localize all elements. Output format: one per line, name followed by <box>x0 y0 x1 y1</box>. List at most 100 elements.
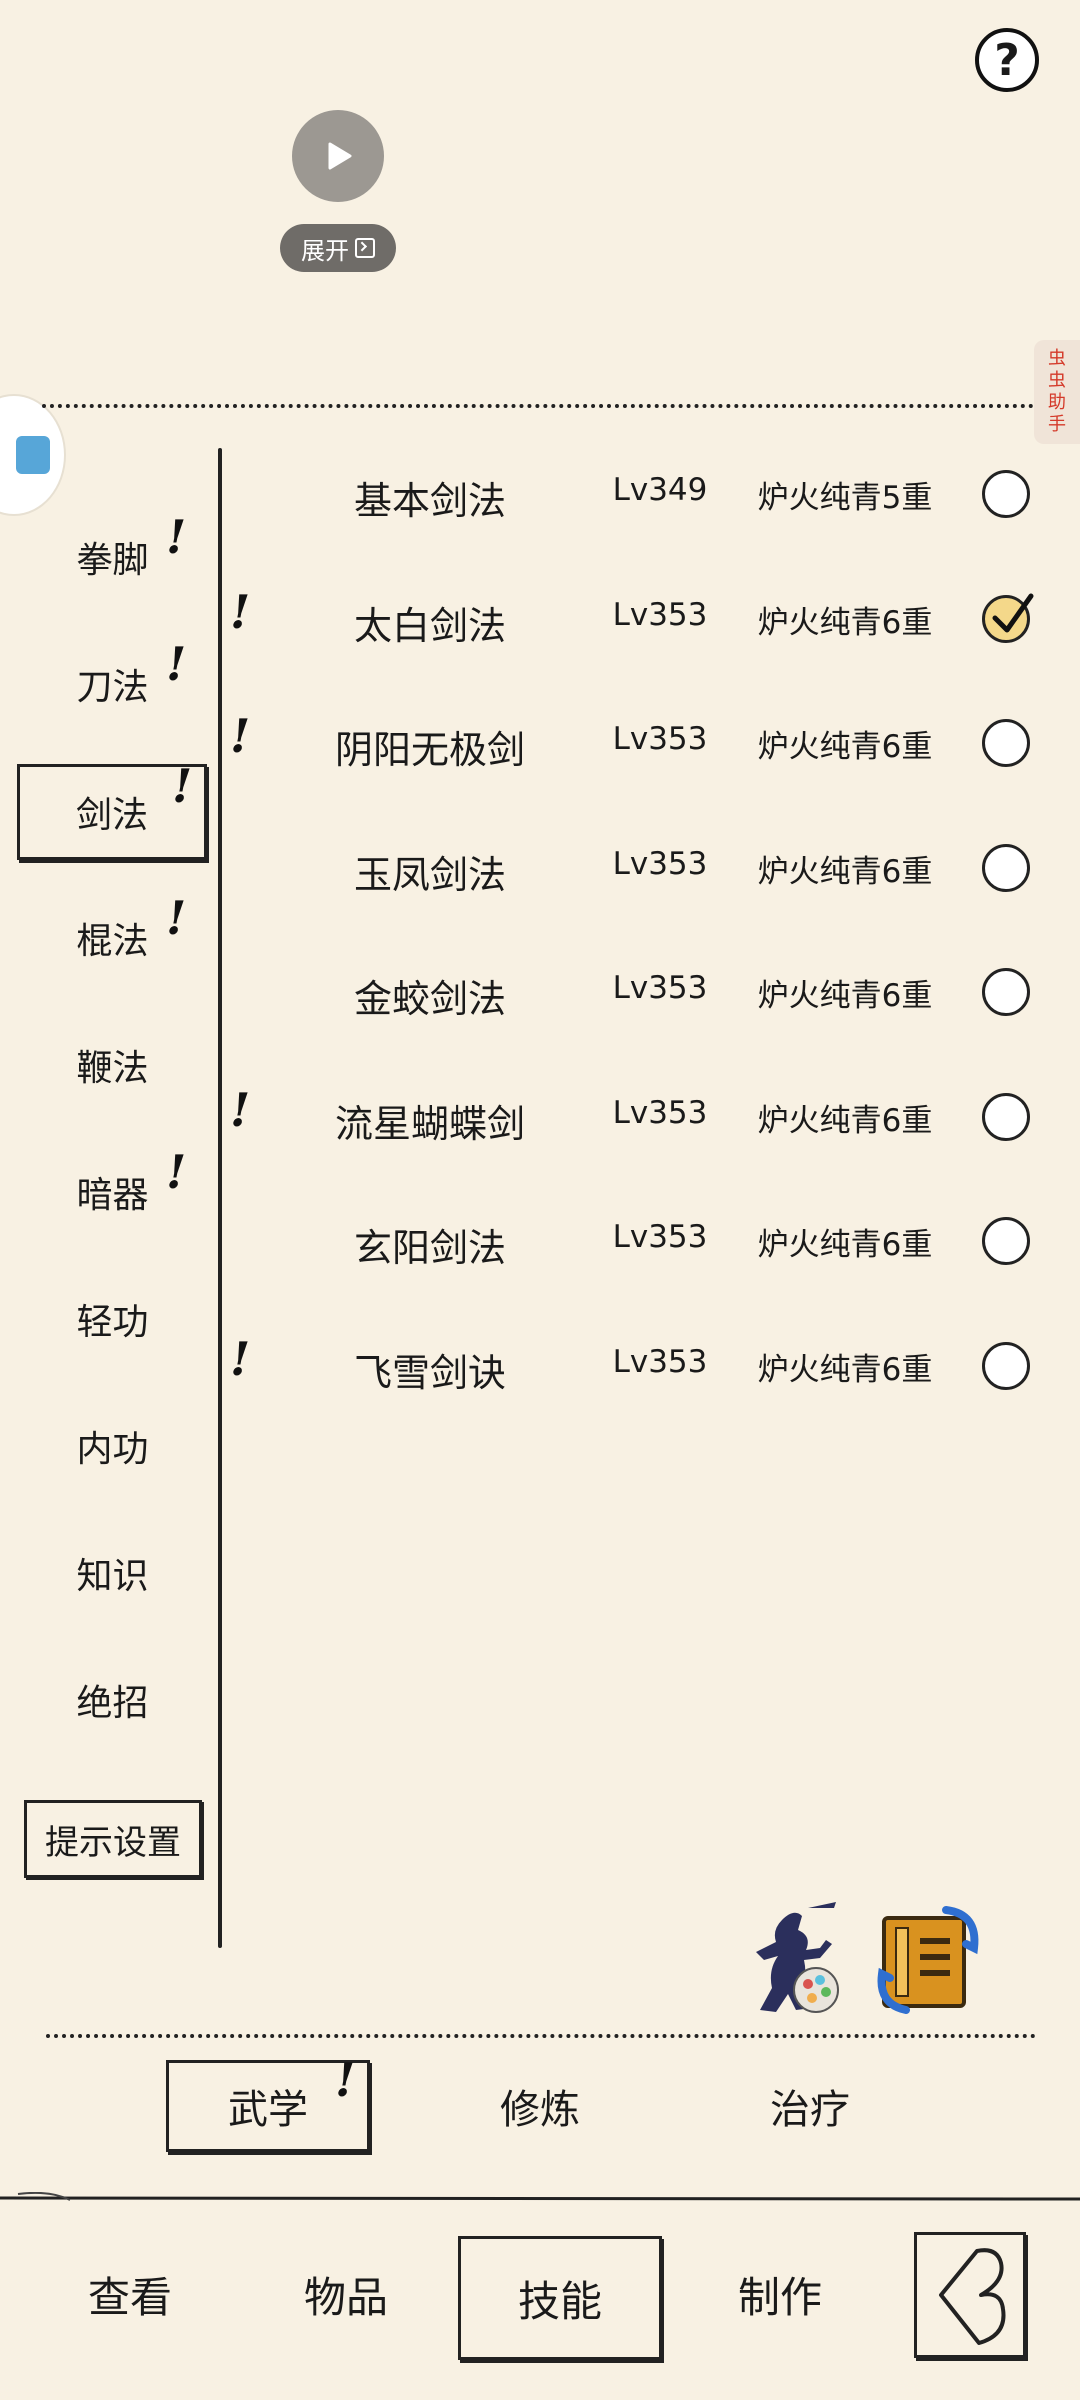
assistant-char: 虫 <box>1048 370 1066 391</box>
category-item[interactable]: 棍法! <box>30 895 195 971</box>
assistant-char: 助 <box>1048 392 1066 413</box>
skill-realm: 炉火纯青6重 <box>757 1102 933 1139</box>
expand-icon <box>355 238 375 258</box>
category-item[interactable]: 鞭法 <box>30 1032 195 1098</box>
subtab-zhiliao[interactable]: 治疗 <box>710 2060 910 2152</box>
skill-select-checkbox[interactable] <box>982 470 1030 518</box>
skill-level: Lv353 <box>612 970 708 1006</box>
skill-level: Lv353 <box>612 596 708 633</box>
skill-realm: 炉火纯青6重 <box>757 604 933 641</box>
hint-settings-button[interactable]: 提示设置 <box>24 1800 202 1878</box>
back-icon <box>939 2248 1006 2345</box>
help-label: ? <box>994 34 1020 86</box>
category-label: 暗器 <box>76 1175 149 1216</box>
skill-row[interactable]: ! 太白剑法 Lv353 炉火纯青6重 <box>230 573 1060 663</box>
skill-name: 玉凤剑法 <box>353 852 506 897</box>
category-label: 刀法 <box>76 667 149 708</box>
assistant-logo-icon <box>16 436 50 474</box>
skill-row[interactable]: 基本剑法 Lv349 炉火纯青5重 <box>230 448 1060 538</box>
vertical-divider <box>218 448 222 1948</box>
skill-realm: 炉火纯青6重 <box>757 853 933 890</box>
skill-name: 太白剑法 <box>353 603 506 648</box>
alert-mark: ! <box>166 891 187 945</box>
skill-row[interactable]: ! 阴阳无极剑 Lv353 炉火纯青6重 <box>230 697 1060 787</box>
skill-row[interactable]: ! 飞雪剑诀 Lv353 炉火纯青6重 <box>230 1320 1060 1410</box>
subtab-wuxue[interactable]: 武学 ! <box>166 2053 370 2152</box>
nav-view[interactable]: 查看 <box>40 2194 220 2394</box>
skill-row[interactable]: 金蛟剑法 Lv353 炉火纯青6重 <box>230 946 1060 1036</box>
skill-realm: 炉火纯青6重 <box>757 1227 933 1263</box>
category-label: 知识 <box>76 1556 149 1597</box>
nav-label: 查看 <box>87 2272 172 2322</box>
play-icon <box>328 142 352 170</box>
category-label: 棍法 <box>76 921 149 962</box>
skill-select-checkbox[interactable] <box>982 1217 1030 1265</box>
category-item[interactable]: 剑法! <box>17 759 207 860</box>
category-label: 拳脚 <box>76 540 149 581</box>
skill-name: 飞雪剑诀 <box>353 1350 506 1395</box>
skill-select-checkbox[interactable] <box>982 1341 1030 1390</box>
category-item[interactable]: 知识 <box>30 1540 195 1606</box>
skill-select-checkbox[interactable] <box>982 968 1030 1016</box>
checkmark-icon <box>992 593 1034 632</box>
category-item[interactable]: 内功 <box>30 1413 195 1479</box>
skill-name: 阴阳无极剑 <box>334 728 525 772</box>
nav-craft[interactable]: 制作 <box>690 2194 870 2394</box>
lower-divider <box>46 2034 1036 2038</box>
alert-mark: ! <box>230 1331 251 1386</box>
skill-level: Lv353 <box>612 721 708 757</box>
swordsman-palette-icon[interactable] <box>742 1900 842 2020</box>
expand-button[interactable]: 展开 <box>280 224 396 272</box>
skill-level: Lv353 <box>612 1343 708 1380</box>
skill-select-checkbox[interactable] <box>982 843 1030 892</box>
skill-level: Lv353 <box>612 1094 708 1131</box>
alert-mark: ! <box>166 1145 187 1199</box>
subtab-label: 修炼 <box>500 2087 580 2133</box>
skill-level: Lv349 <box>612 472 708 508</box>
floating-assistant-bubble[interactable] <box>0 394 66 516</box>
category-item[interactable]: 暗器! <box>30 1149 195 1225</box>
category-item[interactable]: 拳脚! <box>30 514 195 590</box>
skill-select-checkbox[interactable] <box>982 1092 1030 1141</box>
alert-mark: ! <box>230 584 251 639</box>
skill-realm: 炉火纯青6重 <box>757 978 933 1014</box>
back-button[interactable] <box>914 2232 1026 2358</box>
subtab-label: 治疗 <box>770 2087 850 2133</box>
skill-name: 金蛟剑法 <box>353 977 506 1021</box>
help-button[interactable]: ? <box>975 28 1039 92</box>
alert-mark: ! <box>166 637 187 691</box>
assistant-char: 手 <box>1048 414 1066 435</box>
category-label: 绝招 <box>76 1683 149 1724</box>
skill-name: 基本剑法 <box>353 479 506 523</box>
book-refresh-icon[interactable] <box>876 1904 982 2016</box>
subtab-xiulian[interactable]: 修炼 <box>440 2060 640 2152</box>
skill-row[interactable]: ! 流星蝴蝶剑 Lv353 炉火纯青6重 <box>230 1071 1060 1161</box>
category-label: 剑法 <box>75 795 148 836</box>
skill-row[interactable]: 玉凤剑法 Lv353 炉火纯青6重 <box>230 822 1060 912</box>
category-label: 鞭法 <box>76 1048 149 1089</box>
alert-mark: ! <box>172 759 193 813</box>
category-item[interactable]: 刀法! <box>30 641 195 717</box>
category-item[interactable]: 绝招 <box>30 1667 195 1733</box>
subtab-label: 武学 <box>228 2087 308 2133</box>
alert-mark: ! <box>335 2053 356 2107</box>
skill-realm: 炉火纯青5重 <box>757 480 933 516</box>
skill-select-checkbox[interactable] <box>982 593 1034 643</box>
category-label: 轻功 <box>76 1302 149 1343</box>
skill-level: Lv353 <box>612 845 708 882</box>
skill-realm: 炉火纯青6重 <box>757 1351 933 1388</box>
skill-level: Lv353 <box>612 1219 708 1255</box>
play-button[interactable] <box>292 110 384 202</box>
skill-row[interactable]: 玄阳剑法 Lv353 炉火纯青6重 <box>230 1195 1060 1285</box>
nav-skills[interactable]: 技能 <box>458 2236 662 2360</box>
category-item[interactable]: 轻功 <box>30 1286 195 1352</box>
top-divider <box>42 404 1034 408</box>
alert-mark: ! <box>230 709 251 763</box>
skill-name: 玄阳剑法 <box>353 1226 506 1270</box>
nav-items[interactable]: 物品 <box>256 2194 436 2394</box>
skill-select-checkbox[interactable] <box>982 719 1030 767</box>
nav-label: 制作 <box>737 2272 822 2322</box>
nav-label: 技能 <box>517 2276 602 2326</box>
nav-label: 物品 <box>303 2272 388 2322</box>
assistant-tab[interactable]: 虫 虫 助 手 <box>1034 340 1080 444</box>
